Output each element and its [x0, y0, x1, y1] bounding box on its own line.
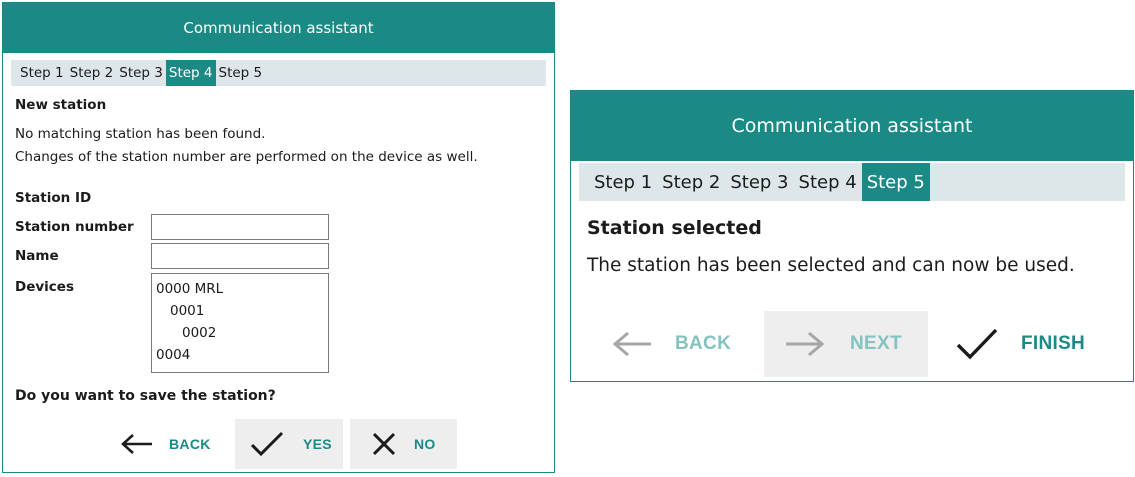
- back-label: BACK: [675, 333, 732, 354]
- step-1-tab[interactable]: Step 1: [589, 163, 657, 201]
- step-bar: Step 1 Step 2 Step 3 Step 4 Step 5: [579, 163, 1125, 201]
- device-item[interactable]: 0000 MRL: [156, 278, 328, 300]
- station-number-label: Station number: [15, 219, 134, 235]
- checkmark-icon: [243, 430, 291, 458]
- dialog-title: Communication assistant: [3, 3, 554, 53]
- step-4-tab[interactable]: Step 4: [794, 163, 862, 201]
- device-item[interactable]: 0004: [156, 344, 328, 366]
- checkmark-icon: [951, 327, 1003, 361]
- x-icon: [362, 431, 406, 457]
- name-label: Name: [15, 248, 59, 264]
- save-question: Do you want to save the station?: [15, 388, 276, 404]
- step-4-tab[interactable]: Step 4: [165, 60, 216, 86]
- arrow-right-icon: [780, 329, 830, 359]
- next-label: NEXT: [850, 333, 902, 354]
- station-number-input[interactable]: [151, 214, 329, 240]
- name-input[interactable]: [151, 243, 329, 269]
- next-button[interactable]: NEXT: [764, 311, 928, 377]
- section-heading: New station: [15, 97, 107, 113]
- right-dialog: Communication assistant Step 1 Step 2 St…: [570, 90, 1134, 382]
- arrow-left-icon: [607, 329, 657, 359]
- devices-list[interactable]: 0000 MRL 0001 0002 0004: [151, 273, 329, 373]
- step-2-tab[interactable]: Step 2: [657, 163, 725, 201]
- left-dialog: Communication assistant Step 1 Step 2 St…: [2, 2, 555, 473]
- finish-button[interactable]: FINISH: [951, 311, 1121, 377]
- step-2-tab[interactable]: Step 2: [67, 60, 117, 86]
- dialog-title: Communication assistant: [571, 91, 1133, 161]
- status-message: The station has been selected and can no…: [587, 255, 1075, 276]
- section-heading: Station selected: [587, 217, 762, 239]
- back-button[interactable]: BACK: [115, 419, 225, 469]
- step-3-tab[interactable]: Step 3: [116, 60, 166, 86]
- step-3-tab[interactable]: Step 3: [725, 163, 793, 201]
- step-5-tab[interactable]: Step 5: [216, 60, 266, 86]
- step-5-tab[interactable]: Step 5: [861, 163, 930, 201]
- arrow-left-icon: [115, 432, 159, 456]
- step-bar: Step 1 Step 2 Step 3 Step 4 Step 5: [11, 60, 546, 86]
- step-1-tab[interactable]: Step 1: [17, 60, 67, 86]
- message-line-1: No matching station has been found.: [15, 126, 266, 142]
- device-item[interactable]: 0001: [156, 300, 328, 322]
- devices-label: Devices: [15, 279, 74, 295]
- back-button[interactable]: BACK: [607, 311, 757, 377]
- no-label: NO: [414, 436, 436, 452]
- finish-label: FINISH: [1021, 333, 1086, 354]
- station-id-heading: Station ID: [15, 190, 92, 206]
- no-button[interactable]: NO: [350, 419, 457, 469]
- device-item[interactable]: 0002: [156, 322, 328, 344]
- yes-button[interactable]: YES: [235, 419, 343, 469]
- message-line-2: Changes of the station number are perfor…: [15, 149, 478, 165]
- back-label: BACK: [169, 436, 211, 452]
- yes-label: YES: [303, 436, 332, 452]
